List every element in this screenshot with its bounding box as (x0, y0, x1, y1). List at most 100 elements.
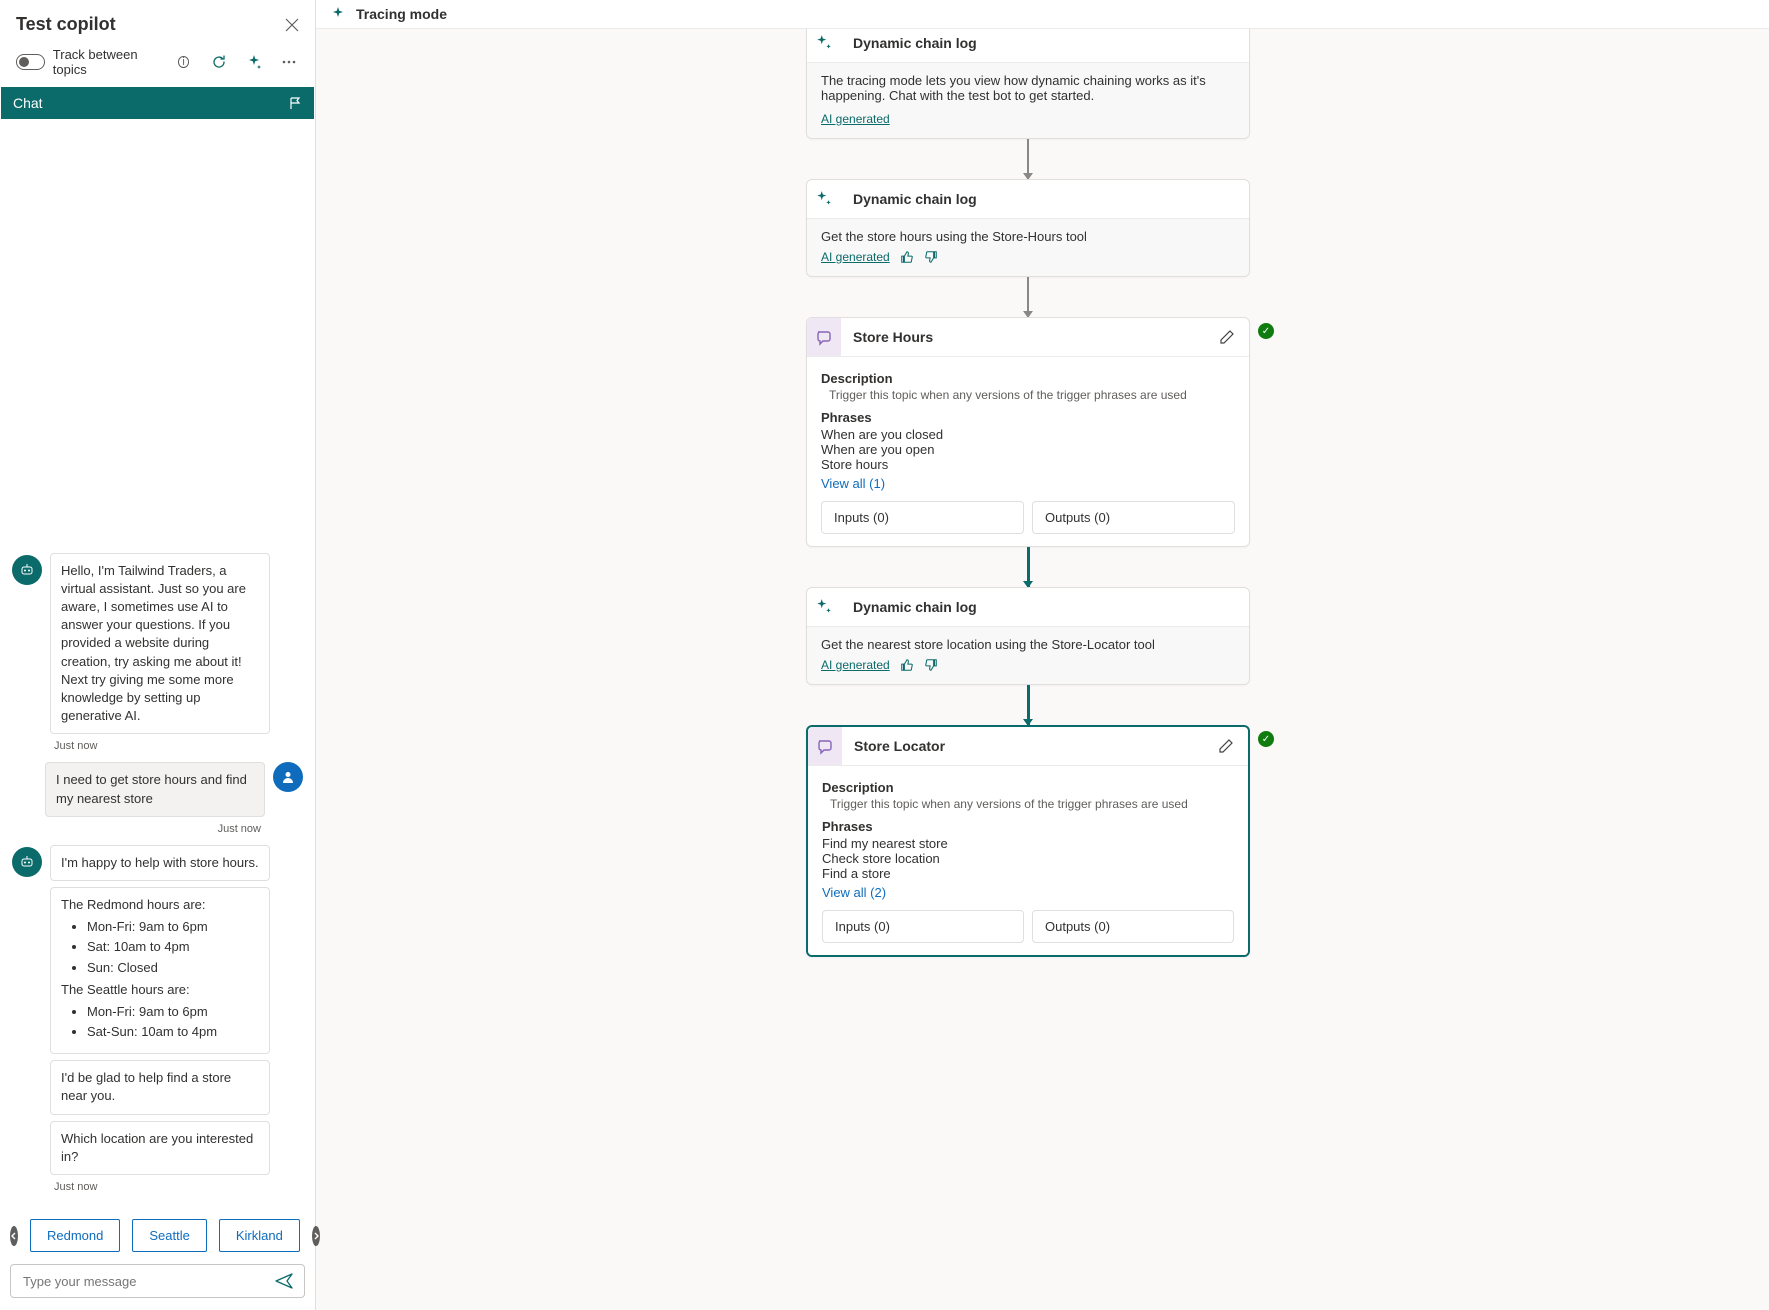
tracing-area: Tracing mode Dynamic chain log The traci… (316, 0, 1769, 1310)
thumbs-down-icon[interactable] (924, 658, 938, 672)
suggestion-button[interactable]: Seattle (132, 1219, 206, 1252)
bot-bubble: I'm happy to help with store hours. (50, 845, 270, 881)
phrase-item: Check store location (822, 851, 1234, 866)
phrase-item: When are you closed (821, 427, 1235, 442)
scroll-left-icon[interactable] (10, 1226, 18, 1246)
hours-list: Mon-Fri: 9am to 6pm Sat-Sun: 10am to 4pm (61, 1003, 259, 1041)
chat-tab[interactable]: Chat (1, 87, 314, 119)
view-all-link[interactable]: View all (1) (821, 476, 1235, 491)
sparkle-icon[interactable] (246, 53, 263, 71)
refresh-icon[interactable] (210, 53, 227, 71)
send-icon[interactable] (274, 1271, 294, 1291)
more-icon[interactable] (281, 53, 298, 71)
inputs-box[interactable]: Inputs (0) (821, 501, 1024, 534)
message-input-bar[interactable] (10, 1264, 305, 1298)
bot-avatar-icon (12, 555, 42, 585)
user-bubble: I need to get store hours and find my ne… (45, 762, 265, 816)
flow-arrow-icon (1027, 277, 1029, 317)
thumbs-down-icon[interactable] (924, 250, 938, 264)
topic-icon (807, 318, 841, 356)
list-item: Sat-Sun: 10am to 4pm (87, 1023, 259, 1041)
panel-header: Test copilot (0, 0, 315, 41)
edit-icon[interactable] (1219, 329, 1235, 345)
tracing-canvas[interactable]: Dynamic chain log The tracing mode lets … (316, 29, 1769, 1310)
store-locator-card[interactable]: Store Locator Description Trigger this t… (806, 725, 1250, 957)
bot-bubble-stack: I'm happy to help with store hours. The … (50, 845, 270, 1175)
timestamp: Just now (54, 1181, 303, 1193)
tracing-header: Tracing mode (316, 0, 1769, 29)
phrase-item: Find a store (822, 866, 1234, 881)
check-icon: ✓ (1258, 731, 1274, 747)
sparkle-icon (807, 29, 841, 62)
dynamic-chain-log-card: Dynamic chain log The tracing mode lets … (806, 29, 1250, 139)
chat-body: Hello, I'm Tailwind Traders, a virtual a… (0, 119, 315, 1211)
hours-list: Mon-Fri: 9am to 6pm Sat: 10am to 4pm Sun… (61, 918, 259, 977)
check-icon: ✓ (1258, 323, 1274, 339)
bot-bubble: I'd be glad to help find a store near yo… (50, 1060, 270, 1114)
chat-tab-label: Chat (13, 95, 43, 111)
ai-generated-link[interactable]: AI generated (821, 112, 890, 126)
thumbs-up-icon[interactable] (900, 658, 914, 672)
timestamp: Just now (54, 740, 303, 752)
description-label: Description (822, 780, 1234, 795)
list-item: Mon-Fri: 9am to 6pm (87, 1003, 259, 1021)
card-body: Description Trigger this topic when any … (807, 356, 1249, 546)
view-all-link[interactable]: View all (2) (822, 885, 1234, 900)
description-text: Trigger this topic when any versions of … (830, 797, 1234, 811)
store-hours-card[interactable]: Store Hours Description Trigger this top… (806, 317, 1250, 547)
card-wrap: ✓ Store Hours Description Trigger this t (806, 317, 1250, 547)
ai-generated-link[interactable]: AI generated (821, 250, 890, 264)
phrase-list: When are you closed When are you open St… (821, 427, 1235, 472)
description-text: Trigger this topic when any versions of … (829, 388, 1235, 402)
card-body: Get the nearest store location using the… (807, 626, 1249, 684)
description-label: Description (821, 371, 1235, 386)
bot-message-row: I'm happy to help with store hours. The … (12, 845, 303, 1175)
bot-avatar-icon (12, 847, 42, 877)
thumbs-up-icon[interactable] (900, 250, 914, 264)
suggestion-row: Redmond Seattle Kirkland (0, 1211, 315, 1264)
list-item: Mon-Fri: 9am to 6pm (87, 918, 259, 936)
hours-head: The Seattle hours are: (61, 981, 259, 999)
sparkle-icon (807, 588, 841, 626)
phrases-label: Phrases (821, 410, 1235, 425)
card-body: Get the store hours using the Store-Hour… (807, 218, 1249, 276)
outputs-box[interactable]: Outputs (0) (1032, 501, 1235, 534)
card-text: Get the nearest store location using the… (821, 637, 1235, 652)
info-icon[interactable]: i (178, 56, 190, 68)
bot-bubble: Which location are you interested in? (50, 1121, 270, 1175)
bot-bubble: Hello, I'm Tailwind Traders, a virtual a… (50, 553, 270, 735)
card-text: Get the store hours using the Store-Hour… (821, 229, 1235, 244)
card-title: Store Locator (854, 728, 1206, 764)
phrase-item: When are you open (821, 442, 1235, 457)
list-item: Sat: 10am to 4pm (87, 938, 259, 956)
dynamic-chain-log-card: Dynamic chain log Get the store hours us… (806, 179, 1250, 277)
ai-generated-link[interactable]: AI generated (821, 658, 890, 672)
suggestion-button[interactable]: Redmond (30, 1219, 120, 1252)
track-toggle[interactable] (16, 54, 45, 70)
message-input[interactable] (21, 1273, 274, 1290)
phrases-label: Phrases (822, 819, 1234, 834)
suggestion-button[interactable]: Kirkland (219, 1219, 300, 1252)
flow-arrow-icon (1027, 685, 1030, 725)
card-title: Store Hours (853, 319, 1207, 355)
card-wrap: ✓ Store Locator Description Trigger this (806, 725, 1250, 957)
card-title: Dynamic chain log (853, 29, 1235, 61)
flow-column: Dynamic chain log The tracing mode lets … (806, 29, 1250, 957)
flag-icon[interactable] (288, 96, 302, 110)
card-body: The tracing mode lets you view how dynam… (807, 62, 1249, 138)
outputs-box[interactable]: Outputs (0) (1032, 910, 1234, 943)
panel-title: Test copilot (16, 14, 116, 35)
bot-bubble-hours: The Redmond hours are: Mon-Fri: 9am to 6… (50, 887, 270, 1054)
sparkle-icon (807, 180, 841, 218)
card-title: Dynamic chain log (853, 181, 1235, 217)
test-copilot-panel: Test copilot Track between topics i Chat (0, 0, 316, 1310)
card-title: Dynamic chain log (853, 589, 1235, 625)
edit-icon[interactable] (1218, 738, 1234, 754)
card-body: Description Trigger this topic when any … (808, 765, 1248, 955)
user-message-row: I need to get store hours and find my ne… (12, 762, 303, 816)
flow-arrow-icon (1027, 547, 1030, 587)
close-icon[interactable] (285, 18, 299, 32)
card-text: The tracing mode lets you view how dynam… (821, 73, 1235, 103)
phrase-item: Store hours (821, 457, 1235, 472)
inputs-box[interactable]: Inputs (0) (822, 910, 1024, 943)
